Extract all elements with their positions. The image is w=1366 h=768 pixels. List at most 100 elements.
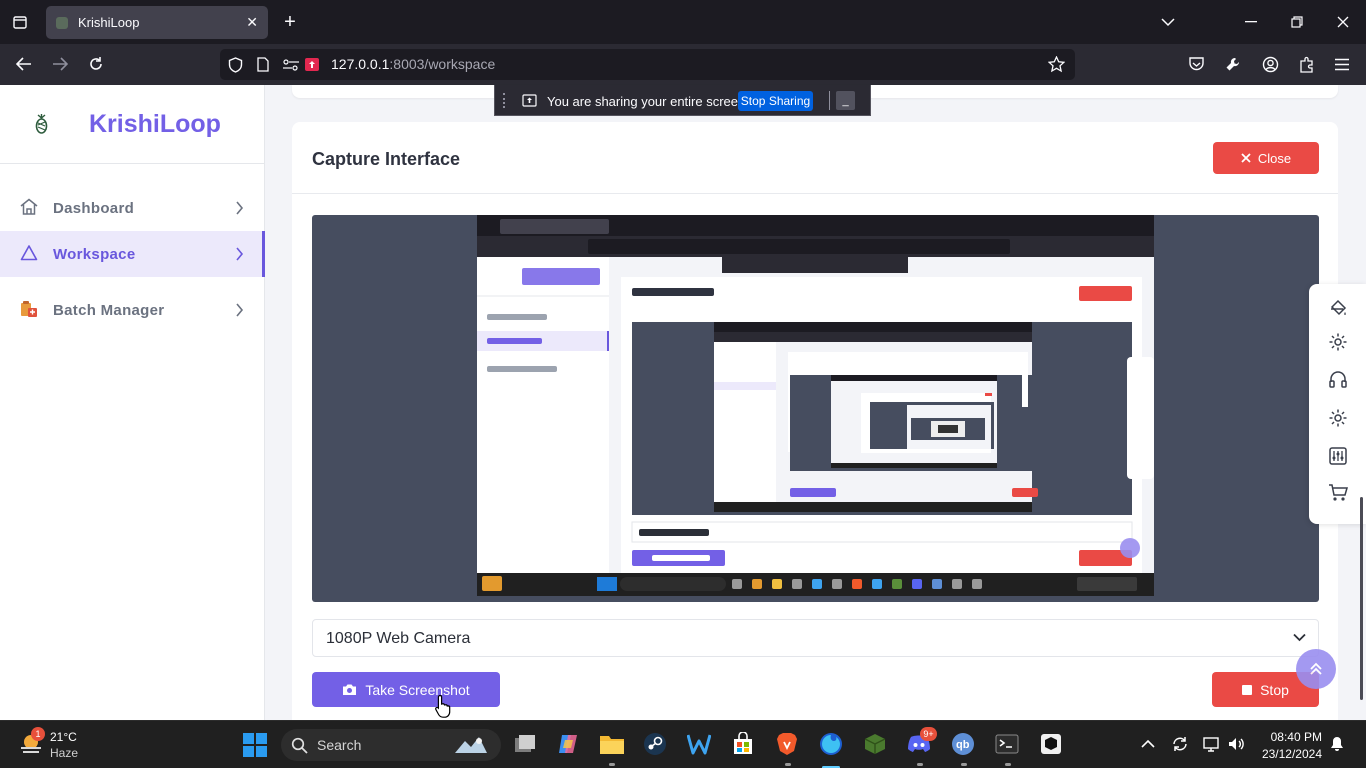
permissions-icon[interactable] — [282, 59, 300, 71]
copilot-icon[interactable] — [553, 729, 583, 759]
headset-icon[interactable] — [1328, 370, 1348, 390]
share-screen-icon — [522, 94, 537, 107]
qbittorrent-icon[interactable]: qb — [948, 729, 978, 759]
page-icon[interactable] — [257, 57, 269, 72]
close-label: Close — [1257, 150, 1292, 166]
new-tab-icon[interactable]: + — [275, 7, 305, 37]
take-screenshot-label: Take Screenshot — [365, 681, 470, 698]
weather-desc: Haze — [50, 746, 79, 760]
brand-header: KrishiLoop — [0, 85, 264, 164]
restore-icon[interactable] — [1282, 7, 1312, 37]
app-w-icon[interactable] — [684, 729, 714, 759]
extensions-icon[interactable] — [1298, 56, 1315, 73]
wrench-icon[interactable] — [1225, 56, 1241, 72]
forward-icon[interactable] — [45, 49, 75, 79]
sidebar-item-workspace[interactable]: Workspace — [0, 231, 265, 277]
file-explorer-icon[interactable] — [597, 729, 627, 759]
window-close-icon[interactable] — [1328, 7, 1358, 37]
running-indicator — [609, 763, 615, 766]
preview-screen-capture — [477, 215, 1154, 596]
address-bar[interactable]: 127.0.0.1:8003/workspace — [220, 49, 1075, 80]
minecraft-icon[interactable] — [860, 729, 890, 759]
running-indicator — [785, 763, 791, 766]
list-tabs-icon[interactable] — [1153, 7, 1183, 37]
camera-preview — [312, 215, 1319, 602]
taskbar-search[interactable]: Search — [281, 729, 501, 761]
clock-time[interactable]: 08:40 PM — [1271, 730, 1322, 744]
stop-icon — [1242, 684, 1253, 695]
page-scrollbar[interactable] — [1360, 497, 1363, 700]
chevrons-up-icon — [1310, 662, 1322, 675]
steam-icon[interactable] — [640, 729, 670, 759]
card-header: Capture Interface Close — [292, 122, 1338, 194]
camera-select-value: 1080P Web Camera — [326, 630, 471, 647]
firefox-icon[interactable] — [816, 729, 846, 759]
network-icon[interactable] — [1202, 735, 1220, 753]
scroll-to-top-button[interactable] — [1296, 649, 1336, 689]
chevron-right-icon — [236, 201, 244, 215]
triangle-icon — [20, 245, 38, 261]
hand-cursor-icon — [435, 694, 451, 718]
volume-icon[interactable] — [1227, 735, 1245, 753]
close-button[interactable]: Close — [1213, 142, 1319, 174]
take-screenshot-button[interactable]: Take Screenshot — [312, 672, 500, 707]
paint-bucket-icon[interactable] — [1328, 298, 1348, 318]
drag-handle[interactable] — [503, 93, 506, 108]
hide-sharing-bar-button[interactable]: _ — [836, 91, 855, 110]
sidebar: KrishiLoop Dashboard Workspace Batch Man… — [0, 85, 265, 720]
chevron-right-icon — [236, 247, 244, 261]
tab-favicon-icon — [56, 16, 68, 29]
search-placeholder: Search — [317, 737, 362, 753]
gear-icon[interactable] — [1328, 332, 1348, 352]
stop-sharing-button[interactable]: Stop Sharing — [738, 91, 813, 111]
running-indicator — [917, 763, 923, 766]
back-icon[interactable] — [9, 49, 39, 79]
home-icon — [20, 198, 38, 215]
sharing-message: You are sharing your entire screen. — [547, 94, 749, 109]
screen-share-indicator-icon[interactable] — [304, 57, 320, 72]
windows-taskbar: 1 21°C Haze Search 9+ qb 08:40 PM 23/12/… — [0, 720, 1366, 768]
running-indicator — [1005, 763, 1011, 766]
floating-toolbar — [1309, 284, 1366, 524]
app-cube-icon[interactable] — [1036, 729, 1066, 759]
running-indicator — [961, 763, 967, 766]
pocket-icon[interactable] — [1188, 57, 1205, 72]
reload-icon[interactable] — [81, 49, 111, 79]
task-view-icon[interactable] — [510, 729, 540, 759]
chevron-down-icon — [1293, 633, 1306, 642]
notification-bell-icon[interactable] — [1330, 736, 1344, 752]
terminal-icon[interactable] — [992, 729, 1022, 759]
minimize-icon[interactable] — [1236, 7, 1266, 37]
browser-navbar: 127.0.0.1:8003/workspace — [0, 44, 1366, 85]
tab-close-icon[interactable]: ✕ — [246, 14, 258, 31]
browser-tab[interactable]: KrishiLoop ✕ — [46, 6, 268, 39]
camera-select[interactable]: 1080P Web Camera — [312, 619, 1319, 657]
sidebar-item-batch-manager[interactable]: Batch Manager — [0, 287, 265, 333]
browser-tab-strip: KrishiLoop ✕ + — [0, 0, 1366, 44]
clock-date[interactable]: 23/12/2024 — [1262, 747, 1322, 761]
sidebar-item-label: Workspace — [53, 245, 136, 263]
divider — [829, 91, 830, 110]
discord-badge: 9+ — [920, 727, 937, 741]
batch-icon — [21, 301, 37, 317]
bookmark-star-icon[interactable] — [1048, 56, 1065, 73]
sliders-icon[interactable] — [1328, 446, 1348, 466]
stop-label: Stop — [1260, 681, 1289, 698]
tab-overview-icon[interactable] — [5, 7, 35, 37]
brave-browser-icon[interactable] — [772, 729, 802, 759]
microsoft-store-icon[interactable] — [728, 729, 758, 759]
shield-icon[interactable] — [228, 57, 243, 73]
account-icon[interactable] — [1262, 56, 1279, 73]
cart-icon[interactable] — [1328, 483, 1348, 503]
settings-icon[interactable] — [1328, 408, 1348, 428]
search-highlight-icon — [455, 737, 487, 753]
sidebar-item-label: Dashboard — [53, 199, 135, 217]
tab-title: KrishiLoop — [78, 15, 140, 30]
search-icon — [291, 737, 308, 754]
chevron-up-icon[interactable] — [1141, 739, 1155, 748]
sync-icon[interactable] — [1171, 735, 1189, 753]
menu-icon[interactable] — [1334, 58, 1350, 71]
sidebar-item-dashboard[interactable]: Dashboard — [0, 185, 265, 231]
url-text: 127.0.0.1:8003/workspace — [331, 56, 496, 72]
windows-start-icon[interactable] — [243, 733, 267, 757]
